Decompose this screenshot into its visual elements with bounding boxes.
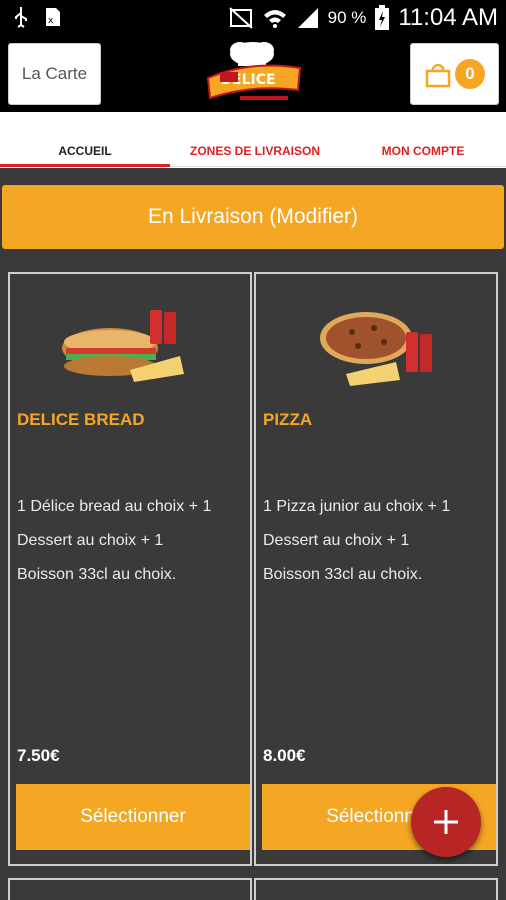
battery-percent: 90 % [327, 8, 367, 27]
la-carte-button[interactable]: La Carte [8, 43, 101, 105]
app-header: La Carte DELICE 0 [0, 36, 506, 112]
cart-button[interactable]: 0 [410, 43, 499, 105]
livraison-mode-button[interactable]: En Livraison (Modifier) [2, 185, 504, 249]
cart-count-badge: 0 [455, 59, 485, 89]
product-description-line: Dessert au choix + 1 [17, 532, 164, 549]
product-card[interactable]: PIZZA 1 Pizza junior au choix + 1 Desser… [254, 272, 498, 866]
tab-bar: ACCUEIL ZONES DE LIVRAISON MON COMPTE [0, 112, 506, 168]
add-fab-button[interactable] [411, 787, 481, 857]
clock: 11:04 AM [398, 4, 498, 31]
plus-icon [434, 810, 458, 834]
wifi-icon [263, 10, 286, 28]
product-description: 1 Pizza junior au choix + 1 Dessert au c… [263, 490, 495, 592]
product-description-line: Boisson 33cl au choix. [263, 566, 423, 583]
product-card-partial[interactable] [254, 878, 498, 900]
sandwich-menu-image [62, 310, 184, 382]
product-description-line: Dessert au choix + 1 [263, 532, 410, 549]
product-card[interactable]: DELICE BREAD 1 Délice bread au choix + 1… [8, 272, 252, 866]
status-bar: x 90 % 11:04 AM [0, 0, 506, 36]
shopping-bag-icon [425, 63, 451, 88]
tab-zones-de-livraison[interactable]: ZONES DE LIVRAISON [170, 144, 340, 158]
product-title: PIZZA [263, 410, 313, 429]
usb-icon [15, 7, 27, 28]
product-description: 1 Délice bread au choix + 1 Dessert au c… [17, 490, 249, 592]
product-title: DELICE BREAD [17, 410, 145, 429]
product-price: 8.00€ [263, 746, 306, 765]
sim-icon: x [46, 8, 60, 26]
tab-accueil[interactable]: ACCUEIL [0, 144, 170, 158]
product-description-line: 1 Délice bread au choix + 1 [17, 498, 212, 515]
active-tab-indicator [0, 164, 170, 167]
product-price: 7.50€ [17, 746, 60, 765]
product-description-line: 1 Pizza junior au choix + 1 [263, 498, 451, 515]
product-description-line: Boisson 33cl au choix. [17, 566, 177, 583]
select-product-button[interactable]: Sélectionner [16, 784, 250, 850]
battery-icon [375, 5, 390, 30]
mute-icon [228, 7, 253, 29]
tab-mon-compte[interactable]: MON COMPTE [340, 144, 506, 158]
product-card-partial[interactable] [8, 878, 252, 900]
pizza-menu-image [320, 312, 432, 386]
delice-logo: DELICE [206, 42, 302, 100]
svg-text:x: x [48, 16, 54, 26]
signal-icon [297, 8, 318, 28]
